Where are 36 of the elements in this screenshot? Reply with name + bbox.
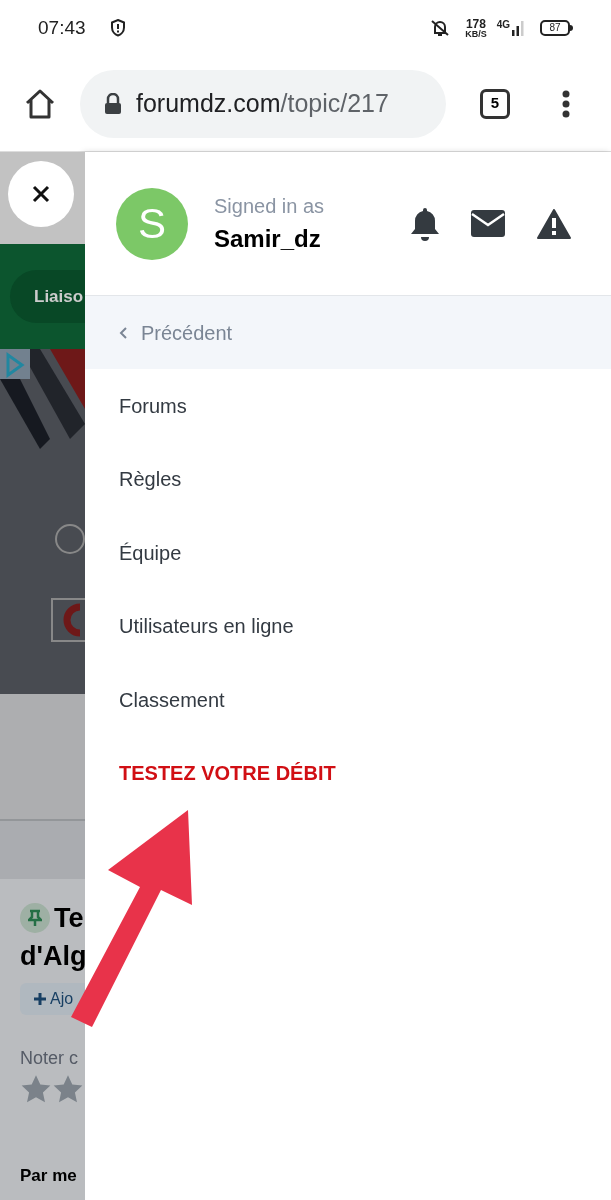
battery-indicator: 87 [540,20,570,36]
mail-icon[interactable] [471,210,505,237]
address-bar[interactable]: forumdz.com/topic/217 [80,69,446,138]
rating-label: Noter c [20,1047,79,1070]
star-icon[interactable] [20,1074,52,1104]
bell-icon[interactable] [409,205,441,242]
menu-link[interactable]: Classement [85,663,611,737]
signed-in-label: Signed in as [214,193,326,219]
star-icon[interactable] [52,1074,84,1104]
pin-icon [20,903,50,933]
clock: 07:43 [38,15,86,40]
author-line: Par me [20,1165,77,1187]
menu-link[interactable]: TESTEZ VOTRE DÉBIT [85,736,611,810]
url-text: forumdz.com/topic/217 [136,87,389,119]
shield-icon [109,19,126,37]
plus-icon [34,993,46,1005]
menu-icon[interactable] [562,89,570,118]
close-icon [32,185,50,203]
speed-unit: KB/S [465,29,487,39]
menu-link[interactable]: Utilisateurs en ligne [85,589,611,663]
username: Samir_dz [214,223,322,254]
menu-link[interactable]: Forums [85,369,611,443]
network-type: 4G [496,20,510,30]
home-icon[interactable] [24,87,56,120]
chevron-left-icon [119,326,127,339]
topic-title: d'Alg [20,940,85,973]
breadcrumb-link[interactable]: Liaiso [10,269,85,324]
topic-title: Te [54,902,84,935]
follow-button[interactable]: Ajo [20,983,85,1015]
menu-link[interactable]: Règles [85,442,611,516]
lock-icon [104,92,122,115]
speed-value: 178 [465,17,486,30]
tab-count-button[interactable]: 5 [480,88,510,119]
warning-icon[interactable] [537,208,571,239]
menu-link[interactable]: Équipe [85,516,611,590]
signal-icon [512,20,524,36]
